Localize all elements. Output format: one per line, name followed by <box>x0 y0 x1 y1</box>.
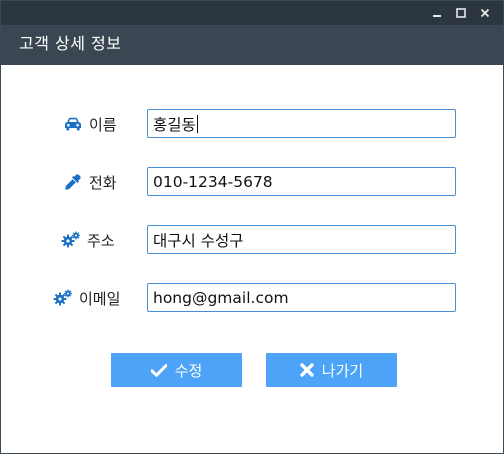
name-input-value: 홍길동 <box>153 115 196 134</box>
name-row: 이름 홍길동 <box>1 109 503 139</box>
exit-button[interactable]: 나가기 <box>266 353 397 387</box>
maximize-icon[interactable] <box>453 5 469 21</box>
minimize-icon[interactable] <box>429 5 445 21</box>
window-title: 고객 상세 정보 <box>19 34 122 53</box>
check-icon <box>150 363 167 377</box>
email-input-value: hong@gmail.com <box>153 288 289 307</box>
address-label: 주소 <box>87 231 115 250</box>
eyedropper-icon <box>63 172 83 192</box>
address-input[interactable]: 대구시 수성구 <box>147 225 456 254</box>
gears-icon <box>61 230 81 250</box>
phone-row: 전화 010-1234-5678 <box>1 167 503 197</box>
text-caret <box>196 114 198 133</box>
phone-input[interactable]: 010-1234-5678 <box>147 167 456 196</box>
email-label: 이메일 <box>79 289 121 308</box>
email-row: 이메일 hong@gmail.com <box>1 283 503 313</box>
save-button-label: 수정 <box>174 361 203 380</box>
customer-detail-window: 고객 상세 정보 이름 홍길동 전화 010-1234-5678 주소 대구시 … <box>0 0 504 454</box>
phone-label: 전화 <box>89 173 117 192</box>
save-button[interactable]: 수정 <box>111 353 242 387</box>
close-icon[interactable] <box>477 5 493 21</box>
name-label: 이름 <box>89 115 117 134</box>
title-bar <box>1 1 503 25</box>
address-input-value: 대구시 수성구 <box>153 231 244 250</box>
header-bar: 고객 상세 정보 <box>1 25 503 65</box>
email-input[interactable]: hong@gmail.com <box>147 283 456 312</box>
phone-input-value: 010-1234-5678 <box>153 172 273 191</box>
address-label-group: 주소 <box>61 225 115 255</box>
exit-button-label: 나가기 <box>321 361 364 380</box>
address-row: 주소 대구시 수성구 <box>1 225 503 255</box>
car-icon <box>63 114 83 134</box>
gears-icon <box>53 288 73 308</box>
phone-label-group: 전화 <box>63 167 117 197</box>
name-input[interactable]: 홍길동 <box>147 109 456 138</box>
email-label-group: 이메일 <box>53 283 120 313</box>
name-label-group: 이름 <box>63 109 117 139</box>
x-icon <box>300 363 314 377</box>
